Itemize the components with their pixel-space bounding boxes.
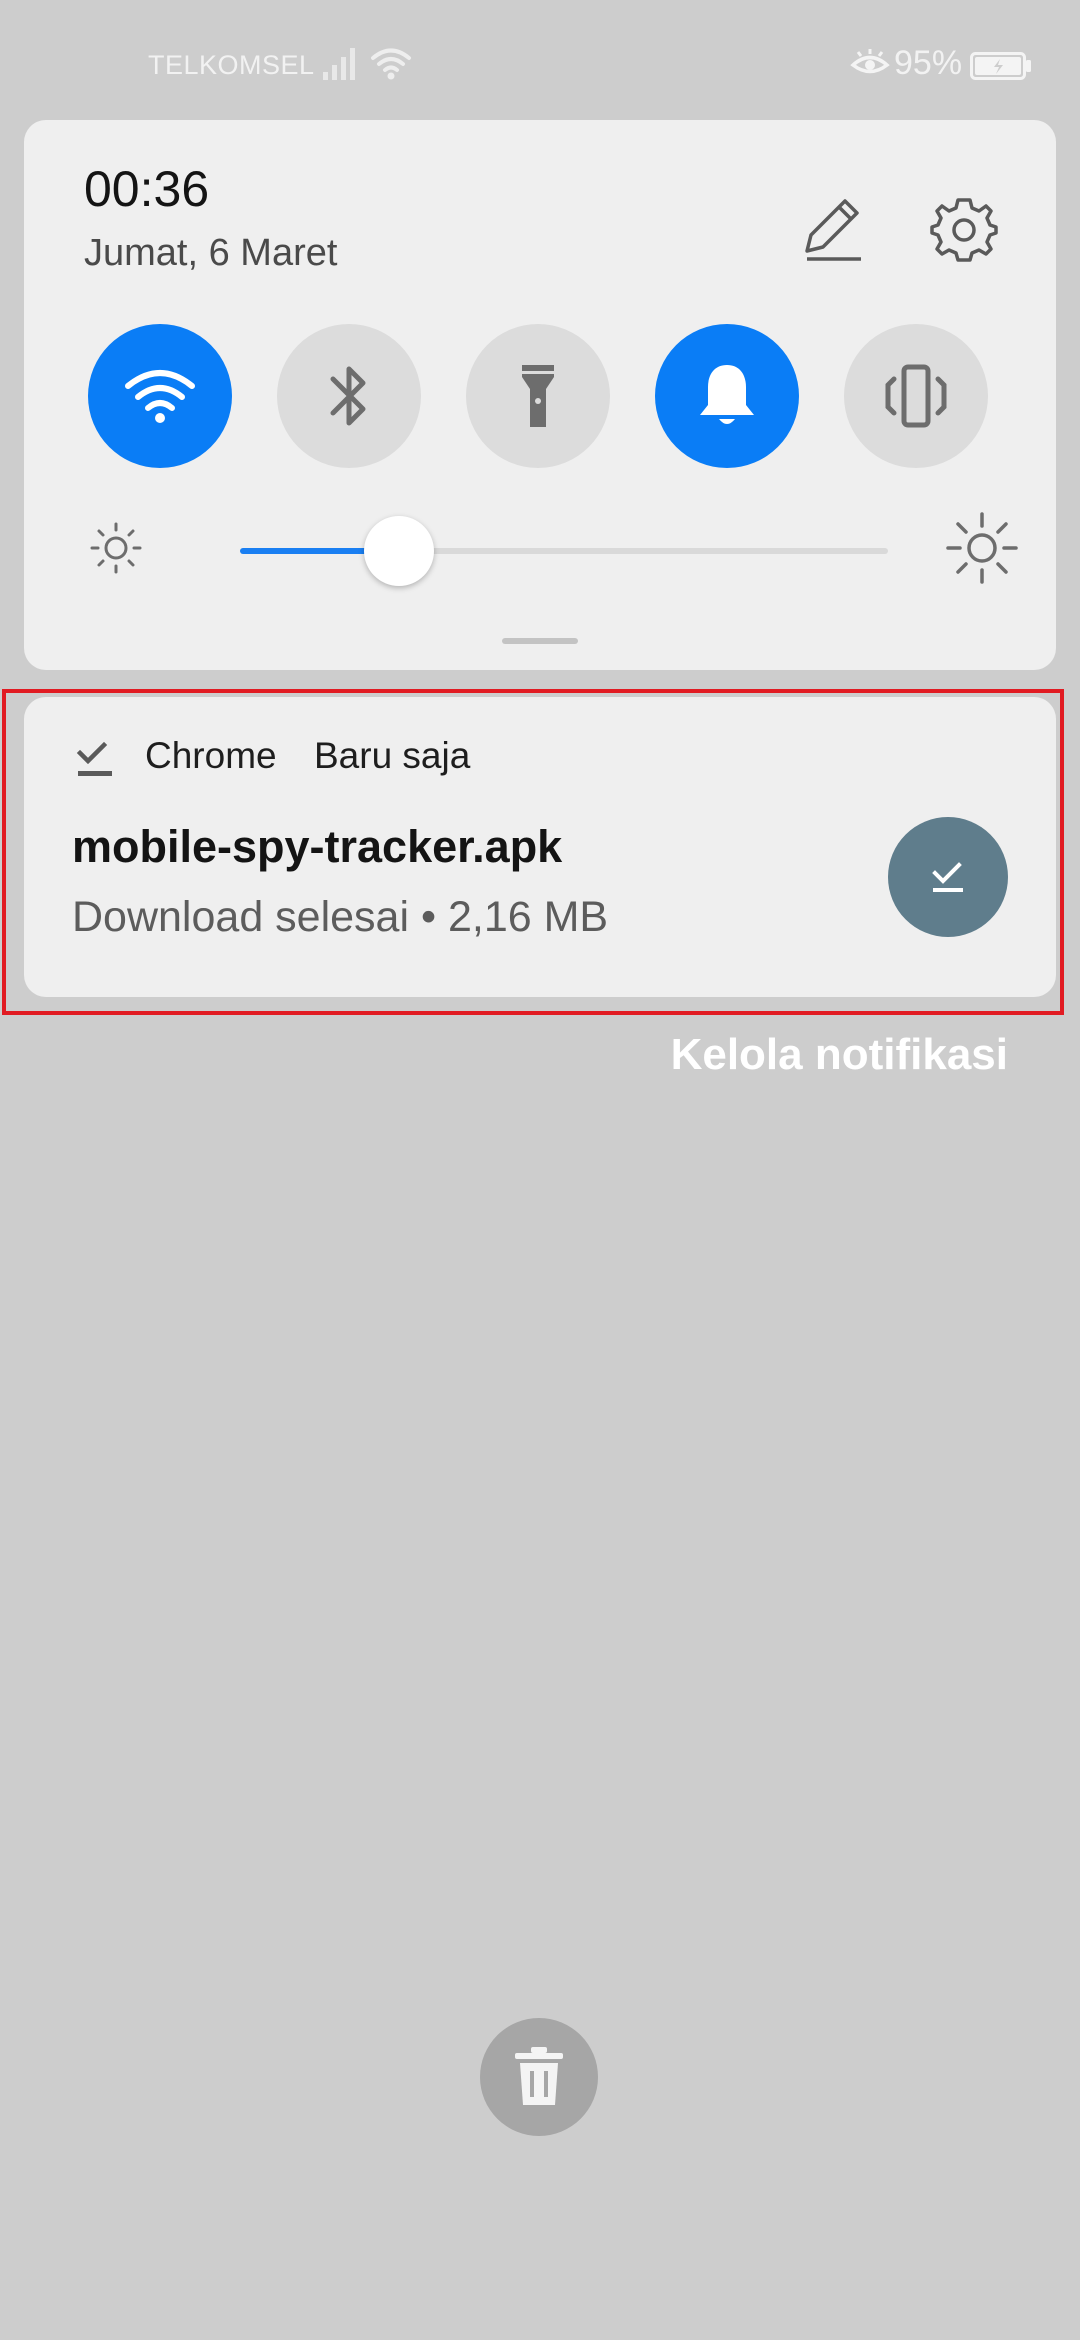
quick-settings-panel: 00:36 Jumat, 6 Maret bbox=[24, 120, 1056, 670]
carrier-name: TELKOMSEL bbox=[148, 50, 315, 80]
flashlight-icon bbox=[522, 365, 554, 427]
brightness-high-icon bbox=[944, 510, 1020, 591]
download-done-icon bbox=[74, 739, 116, 786]
bluetooth-toggle[interactable] bbox=[277, 324, 421, 468]
clock-time: 00:36 bbox=[84, 161, 210, 217]
flashlight-toggle[interactable] bbox=[466, 324, 610, 468]
clock-date: Jumat, 6 Maret bbox=[84, 232, 338, 274]
brightness-slider[interactable] bbox=[240, 516, 888, 586]
bell-icon bbox=[700, 365, 754, 424]
brightness-control bbox=[84, 510, 1024, 590]
notification-time: Baru saja bbox=[314, 735, 471, 776]
wifi-icon bbox=[125, 370, 195, 423]
panel-drag-handle[interactable] bbox=[502, 638, 578, 644]
edit-button[interactable] bbox=[784, 180, 884, 280]
quick-toggles bbox=[88, 324, 1018, 469]
trash-icon bbox=[515, 2047, 563, 2105]
notification-action-button[interactable] bbox=[888, 817, 1008, 937]
brightness-slider-thumb[interactable] bbox=[364, 516, 434, 586]
edit-icon bbox=[805, 199, 861, 261]
status-bar: TELKOMSEL 95% bbox=[0, 0, 1080, 120]
wifi-icon bbox=[370, 46, 412, 87]
download-done-icon bbox=[932, 862, 963, 892]
bluetooth-icon bbox=[330, 366, 366, 426]
settings-icon bbox=[930, 198, 998, 262]
battery-charging-icon bbox=[970, 52, 1032, 85]
manage-notifications-link[interactable]: Kelola notifikasi bbox=[671, 1030, 1008, 1080]
sound-toggle[interactable] bbox=[655, 324, 799, 468]
notification-body: Download selesai • 2,16 MB bbox=[72, 893, 609, 941]
clear-all-button[interactable] bbox=[480, 2018, 598, 2136]
settings-button[interactable] bbox=[914, 180, 1014, 280]
vibrate-icon bbox=[885, 364, 947, 428]
battery-percentage: 95% bbox=[894, 44, 963, 82]
notification-title: mobile-spy-tracker.apk bbox=[72, 821, 563, 872]
wifi-toggle[interactable] bbox=[88, 324, 232, 468]
vibrate-toggle[interactable] bbox=[844, 324, 988, 468]
brightness-low-icon bbox=[86, 518, 146, 583]
notification-app-name: Chrome bbox=[145, 735, 277, 776]
signal-icon bbox=[322, 46, 358, 85]
eye-comfort-icon bbox=[850, 48, 890, 83]
download-notification[interactable]: Chrome Baru saja mobile-spy-tracker.apk … bbox=[24, 697, 1056, 997]
